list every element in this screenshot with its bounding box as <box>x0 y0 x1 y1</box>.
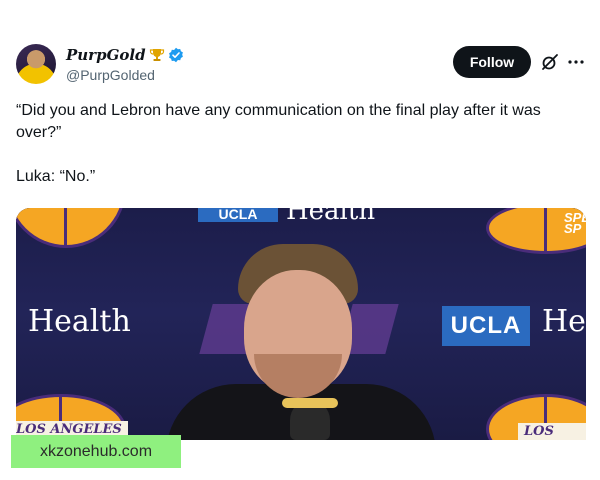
verified-icon <box>168 47 184 63</box>
avatar[interactable] <box>16 44 56 84</box>
microphone-band <box>282 398 338 408</box>
follow-button[interactable]: Follow <box>453 46 531 78</box>
sponsor-spectrum: SPE SP <box>564 210 586 236</box>
post-quote: “Did you and Lebron have any communicati… <box>16 102 541 141</box>
grok-icon[interactable] <box>540 52 560 72</box>
display-name-row[interactable]: PurpGold <box>66 46 184 64</box>
player-figure <box>166 244 436 440</box>
display-name[interactable]: PurpGold <box>66 46 146 64</box>
watermark: xkzonehub.com <box>11 435 181 468</box>
sponsor-ucla: UCLA <box>442 306 530 346</box>
sponsor-ucla-top: UCLA <box>198 208 278 222</box>
post-reply: Luka: “No.” <box>16 168 96 185</box>
los-angeles-banner-partial: LOS AN <box>518 423 586 440</box>
user-handle[interactable]: @PurpGolded <box>66 67 155 83</box>
sponsor-health-partial: He <box>542 304 586 339</box>
sponsor-health: Health <box>28 304 131 339</box>
post-text: “Did you and Lebron have any communicati… <box>16 100 576 188</box>
more-icon[interactable] <box>566 52 586 72</box>
post-card: PurpGold @PurpGolded Follow “Did you and… <box>0 0 600 480</box>
post-image[interactable]: UCLA Health SPE SP Health UCLA He LOS AN… <box>16 208 586 440</box>
trophy-icon <box>149 47 165 63</box>
sponsor-health-top: Health <box>286 208 376 226</box>
